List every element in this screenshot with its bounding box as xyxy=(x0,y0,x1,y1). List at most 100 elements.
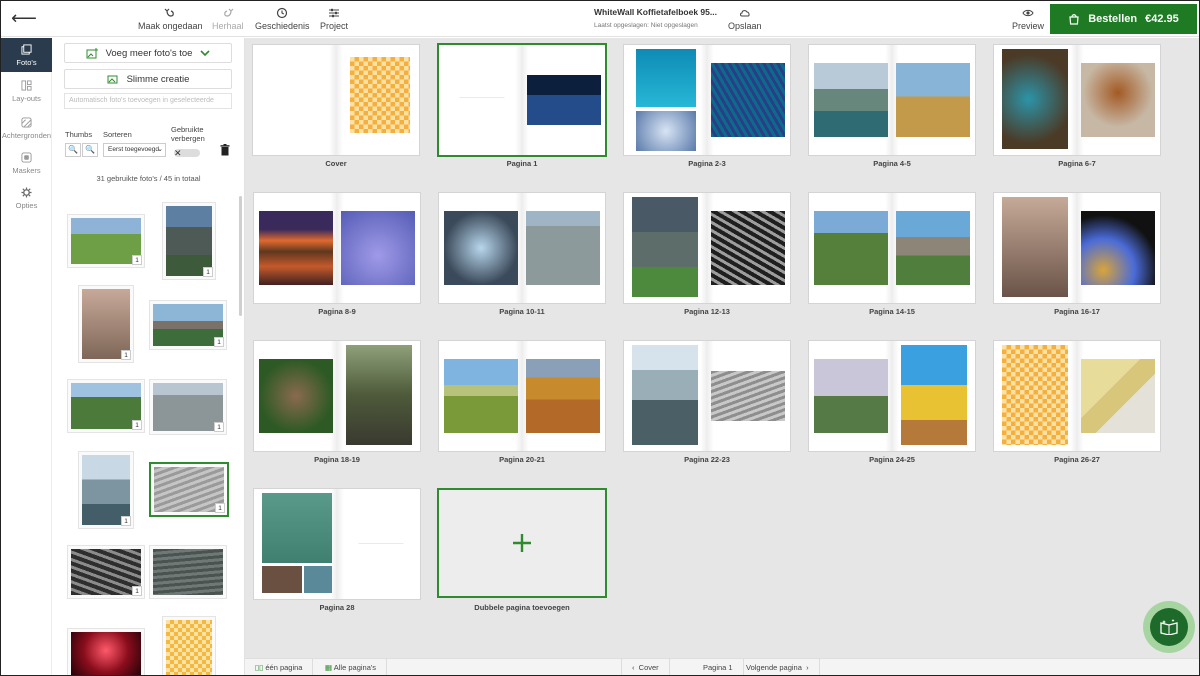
page-photo xyxy=(259,359,333,433)
prev-page-button[interactable]: ‹ Cover xyxy=(621,659,670,675)
redo-button[interactable]: Herhaal xyxy=(212,7,244,31)
sliders-icon xyxy=(329,8,339,18)
photo-thumb[interactable]: 1 xyxy=(78,451,134,529)
page-photo xyxy=(632,197,698,297)
photo-thumb[interactable]: 1 xyxy=(149,300,227,350)
photo-thumb-image xyxy=(82,455,130,525)
photo-thumb[interactable] xyxy=(162,616,216,675)
photo-thumb[interactable]: 1 xyxy=(67,214,145,268)
page-photo xyxy=(1081,63,1155,137)
page-photo xyxy=(262,493,332,563)
page-photo xyxy=(444,211,518,285)
spreads-area: Cover ——————————————— Pagina 1 Pagina 2-… xyxy=(245,38,1199,658)
eye-icon xyxy=(1022,9,1034,17)
zoom-icon: 🔍 xyxy=(68,145,78,154)
preview-label: Preview xyxy=(1012,21,1045,31)
spread-label: Pagina 26-27 xyxy=(1054,455,1100,464)
rail-item-layouts[interactable]: Lay-outs xyxy=(1,74,52,108)
spread-page-22-23[interactable] xyxy=(623,340,791,452)
usage-badge: 1 xyxy=(132,420,142,430)
spread-page-16-17[interactable] xyxy=(993,192,1161,304)
zoom-in-button[interactable]: 🔍 xyxy=(65,143,81,157)
photo-thumb[interactable]: 1 xyxy=(78,285,134,363)
spread-label: Pagina 1 xyxy=(506,159,538,168)
page-photo xyxy=(444,359,518,433)
back-arrow-icon[interactable]: ⟵ xyxy=(11,8,37,28)
history-button[interactable]: Geschiedenis xyxy=(255,7,310,31)
spread-page-10-11[interactable] xyxy=(438,192,606,304)
photo-count: 31 gebruikte foto's / 45 in totaal xyxy=(96,174,201,183)
trash-icon[interactable] xyxy=(220,144,230,159)
spread-label: Pagina 16-17 xyxy=(1054,307,1100,316)
add-image-icon xyxy=(86,47,98,58)
order-button[interactable]: Bestellen €42.95 xyxy=(1050,4,1197,34)
panel-scrollbar[interactable] xyxy=(239,196,242,316)
spread-page-18-19[interactable] xyxy=(253,340,421,452)
photo-thumb[interactable] xyxy=(67,628,145,675)
project-button[interactable]: Project xyxy=(320,7,348,31)
magic-assistant-button[interactable] xyxy=(1143,601,1195,653)
spread-page-20-21[interactable] xyxy=(438,340,606,452)
document-title[interactable]: WhiteWall Koffietafelboek 95... xyxy=(594,7,717,17)
spread-page-12-13[interactable] xyxy=(623,192,791,304)
photo-thumb-selected[interactable]: 1 xyxy=(149,462,229,517)
cover-photo xyxy=(350,57,410,133)
photo-thumb-image xyxy=(166,206,212,276)
spread-page-4-5[interactable] xyxy=(808,44,976,156)
usage-badge: 1 xyxy=(203,267,213,277)
page-photo xyxy=(346,345,412,445)
order-price: €42.95 xyxy=(1145,13,1179,25)
rail-item-backgrounds[interactable]: Achtergronden xyxy=(1,111,52,145)
spread-cover[interactable] xyxy=(252,44,420,156)
preview-button[interactable]: Preview xyxy=(1012,7,1044,31)
smart-creation-button[interactable]: Slimme creatie xyxy=(64,69,232,89)
add-double-page-button[interactable] xyxy=(437,488,607,598)
photo-thumb[interactable] xyxy=(149,545,227,599)
spread-label: Pagina 8-9 xyxy=(318,307,356,316)
page-photo xyxy=(814,359,888,433)
photo-thumb-image xyxy=(71,383,141,429)
usage-badge: 1 xyxy=(121,350,131,360)
add-photos-button[interactable]: Voeg meer foto's toe xyxy=(64,43,232,63)
undo-button[interactable]: Maak ongedaan xyxy=(138,7,203,31)
redo-icon xyxy=(223,8,234,17)
spread-page-14-15[interactable] xyxy=(808,192,976,304)
spread-page-2-3[interactable] xyxy=(623,44,791,156)
single-page-label: één pagina xyxy=(265,663,303,672)
spread-page-1[interactable]: ——————————————— xyxy=(437,43,607,157)
rail-item-photos[interactable]: Foto's xyxy=(1,38,52,72)
spread-page-24-25[interactable] xyxy=(808,340,976,452)
rail-item-masks[interactable]: Maskers xyxy=(1,146,52,180)
spread-page-6-7[interactable] xyxy=(993,44,1161,156)
rail-label: Opties xyxy=(15,200,38,210)
photo-thumb-image xyxy=(71,632,141,675)
layouts-icon xyxy=(21,79,32,91)
single-page-view-button[interactable]: ▯▯ één pagina xyxy=(245,659,314,675)
auto-add-input[interactable]: Automatisch foto's toevoegen in geselect… xyxy=(64,93,232,109)
chevron-down-icon xyxy=(200,50,210,56)
photo-thumb[interactable]: 1 xyxy=(67,545,145,599)
spread-label: Pagina 18-19 xyxy=(314,455,360,464)
photo-thumb[interactable]: 1 xyxy=(149,379,227,435)
photo-thumb-image xyxy=(153,383,223,431)
cloud-icon xyxy=(739,10,750,17)
photo-thumb[interactable]: 1 xyxy=(67,379,145,433)
page-photo xyxy=(527,75,601,125)
spread-page-8-9[interactable] xyxy=(253,192,421,304)
spine xyxy=(329,45,343,155)
spread-page-26-27[interactable] xyxy=(993,340,1161,452)
spread-label: Pagina 10-11 xyxy=(499,307,545,316)
backgrounds-icon xyxy=(21,116,32,128)
all-pages-view-button[interactable]: ▦ Alle pagina's xyxy=(315,659,388,675)
zoom-out-button[interactable]: 🔍 xyxy=(82,143,98,157)
options-icon xyxy=(21,186,32,198)
smart-creation-label: Slimme creatie xyxy=(126,73,190,85)
spread-page-28[interactable]: ——————————————— xyxy=(253,488,421,600)
sort-select[interactable]: Eerst toegevoegd ⌄ xyxy=(103,143,166,157)
left-rail: Foto's Lay-outs Achtergronden Maskers Op… xyxy=(1,38,52,675)
rail-item-options[interactable]: Opties xyxy=(1,181,52,215)
chevron-down-icon: ⌄ xyxy=(157,146,163,153)
photo-thumb[interactable]: 1 xyxy=(162,202,216,280)
next-page-button[interactable]: Volgende pagina › xyxy=(736,659,820,675)
save-button[interactable]: Opslaan xyxy=(728,7,762,31)
